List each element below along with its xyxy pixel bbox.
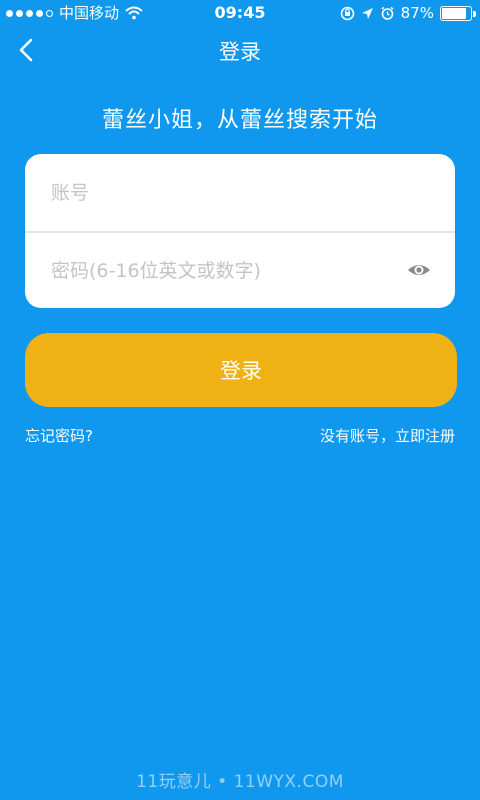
watermark: 11玩意儿 • 11WYX.COM — [136, 772, 344, 792]
location-icon — [361, 7, 373, 19]
account-field — [25, 154, 455, 233]
login-button[interactable]: 登录 — [25, 333, 457, 407]
password-input[interactable] — [49, 232, 413, 308]
eye-icon[interactable] — [407, 258, 431, 282]
page-title: 登录 — [219, 40, 261, 64]
account-input[interactable] — [49, 154, 413, 232]
nav-bar: 登录 — [0, 26, 480, 74]
forgot-password-link[interactable]: 忘记密码? — [25, 425, 93, 446]
battery-percent: 87% — [400, 4, 434, 22]
slogan-text: 蕾丝小姐，从蕾丝搜索开始 — [101, 108, 378, 133]
password-field — [25, 232, 455, 308]
alarm-icon — [381, 6, 394, 20]
status-right: 87% — [340, 0, 476, 26]
battery-icon — [440, 5, 476, 21]
login-form-card — [25, 154, 455, 308]
rotation-lock-icon — [340, 6, 354, 20]
register-link[interactable]: 没有账号，立即注册 — [320, 425, 455, 446]
status-bar: 中国移动 09:45 87% — [0, 0, 480, 26]
